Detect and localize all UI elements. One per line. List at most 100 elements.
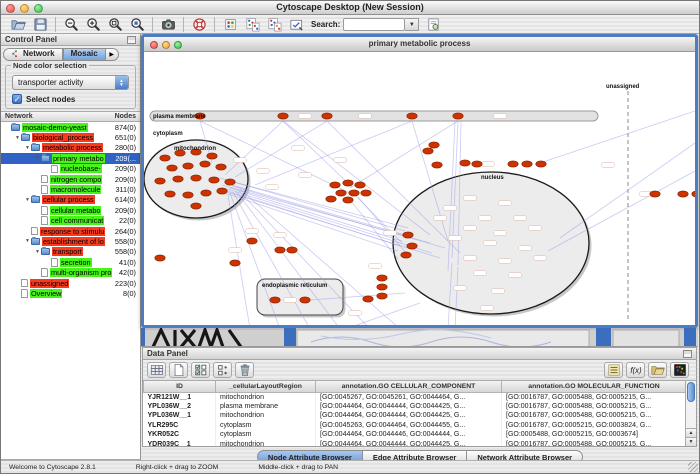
table-row[interactable]: YLR295Ccytoplasm[GO:0045263, GO:0044464,… xyxy=(144,421,687,431)
tree-item[interactable]: macromolecule311(0) xyxy=(1,184,140,194)
network-overlay-2-button[interactable] xyxy=(264,16,284,33)
resize-grip[interactable] xyxy=(688,462,698,472)
tree-item[interactable]: nitrogen compo209(0) xyxy=(1,174,140,184)
table-column-header[interactable]: ID xyxy=(144,381,216,392)
table-row[interactable]: YKR052Ccytoplasm[GO:0044464, GO:0044446,… xyxy=(144,430,687,440)
tab-mosaic[interactable]: Mosaic xyxy=(63,48,106,61)
table-scrollbar[interactable]: ▲ ▼ xyxy=(685,381,696,446)
tree-item-count: 614(0) xyxy=(115,195,140,204)
snapshot-button[interactable] xyxy=(158,16,178,33)
tree-item[interactable]: ▼cellular process614(0) xyxy=(1,195,140,205)
network-node xyxy=(200,161,210,167)
tree-item[interactable]: response to stimulu264(0) xyxy=(1,226,140,236)
table-cell: YLR295C xyxy=(144,421,216,431)
tree-item[interactable]: nucleobase-209(0) xyxy=(1,164,140,174)
table-row[interactable]: YDR039C__1mitochondrion[GO:0044464, GO:0… xyxy=(144,440,687,447)
network-node xyxy=(355,182,365,188)
zoom-in-button[interactable] xyxy=(83,16,103,33)
search-input[interactable] xyxy=(343,18,405,31)
node-color-dropdown[interactable]: transporter activity ▲▼ xyxy=(12,75,129,90)
search-label: Search: xyxy=(311,20,340,29)
file-icon xyxy=(21,279,28,288)
tree-item[interactable]: mosaic-demo-yeast874(0) xyxy=(1,122,140,132)
plugins-button[interactable] xyxy=(220,16,240,33)
tree-item-count: 22(0) xyxy=(119,216,140,225)
scroll-up-button[interactable]: ▲ xyxy=(686,428,696,437)
folder-icon xyxy=(31,238,40,245)
table-column-header[interactable]: annotation.GO CELLULAR_COMPONENT xyxy=(316,381,502,392)
network-node xyxy=(377,293,387,299)
unselect-attributes-button[interactable] xyxy=(213,362,232,378)
expand-arrow-icon[interactable]: ▼ xyxy=(34,249,41,255)
tree-item[interactable]: ▼transport558(0) xyxy=(1,247,140,257)
tree-item[interactable]: ▼primary metabo209(... xyxy=(1,153,140,163)
tree-item[interactable]: ▼biological_process651(0) xyxy=(1,132,140,142)
network-canvas[interactable]: plasma membranecytoplasmmitochondrionnuc… xyxy=(144,52,695,325)
scroll-down-button[interactable]: ▼ xyxy=(686,437,696,446)
network-node xyxy=(536,161,546,167)
table-row[interactable]: YPL036W__1mitochondrion[GO:0044464, GO:0… xyxy=(144,411,687,421)
data-panel-header: Data Panel xyxy=(143,348,696,360)
tree-item[interactable]: ▼establishment of lo558(0) xyxy=(1,236,140,246)
zoom-selected-button[interactable] xyxy=(127,16,147,33)
tree-item[interactable]: cellular metabo209(0) xyxy=(1,205,140,215)
select-attributes-button[interactable] xyxy=(191,362,210,378)
table-row[interactable]: YPL036W__2plasma membrane[GO:0044464, GO… xyxy=(144,402,687,412)
expand-arrow-icon[interactable]: ▼ xyxy=(24,197,31,203)
tree-item-count: 41(0) xyxy=(119,258,140,267)
function-builder-button[interactable]: f(x) xyxy=(626,362,645,378)
help-button[interactable] xyxy=(189,16,209,33)
expand-arrow-icon[interactable]: ▼ xyxy=(24,145,31,151)
file-icon xyxy=(21,289,28,298)
network-node xyxy=(508,161,518,167)
matrix-view-button[interactable] xyxy=(670,362,689,378)
status-text: Right-click + drag to ZOOM xyxy=(136,464,219,471)
network-node xyxy=(160,155,170,161)
tab-network[interactable]: Network xyxy=(3,48,63,61)
search-dropdown-button[interactable]: ▼ xyxy=(405,18,419,31)
attr-list-icon xyxy=(607,363,621,377)
annotation-button[interactable] xyxy=(286,16,306,33)
network-node xyxy=(216,164,226,170)
float-panel-icon[interactable] xyxy=(127,36,136,44)
zoom-out-button[interactable] xyxy=(61,16,81,33)
open-folder-icon xyxy=(11,17,26,32)
folder-icon xyxy=(41,155,50,162)
attribute-table-button[interactable] xyxy=(147,362,166,378)
tree-item[interactable]: multi-organism pro42(0) xyxy=(1,267,140,277)
delete-attribute-button[interactable] xyxy=(235,362,254,378)
tree-item[interactable]: ▼metabolic process280(0) xyxy=(1,143,140,153)
tree-item[interactable]: unassigned223(0) xyxy=(1,278,140,288)
open-session-button[interactable] xyxy=(8,16,28,33)
expand-arrow-icon[interactable]: ▼ xyxy=(14,135,21,141)
region-plasma-membrane[interactable] xyxy=(150,111,598,121)
network-overlay-1-button[interactable] xyxy=(242,16,262,33)
zoom-fit-button[interactable] xyxy=(105,16,125,33)
table-row[interactable]: YJR121W__1mitochondrion[GO:0045267, GO:0… xyxy=(144,392,687,402)
table-column-header[interactable]: _cellularLayoutRegion xyxy=(216,381,316,392)
table-column-header[interactable]: annotation.GO MOLECULAR_FUNCTION xyxy=(502,381,687,392)
tree-item[interactable]: cell communicat22(0) xyxy=(1,216,140,226)
network-node xyxy=(432,162,442,168)
scrollbar-thumb[interactable] xyxy=(687,382,695,402)
network-tree: mosaic-demo-yeast874(0)▼biological_proce… xyxy=(1,122,140,460)
expand-arrow-icon[interactable]: ▼ xyxy=(24,238,31,244)
network-node xyxy=(336,190,346,196)
search-config-button[interactable] xyxy=(423,16,443,33)
attribute-list-button[interactable] xyxy=(604,362,623,378)
network-node xyxy=(300,297,310,303)
create-attribute-button[interactable] xyxy=(169,362,188,378)
select-nodes-checkbox[interactable]: ✓ xyxy=(12,94,22,104)
status-bar: Welcome to Cytoscape 2.8.1Right-click + … xyxy=(1,460,699,473)
expand-arrow-icon[interactable]: ▼ xyxy=(34,155,41,161)
save-session-button[interactable] xyxy=(30,16,50,33)
import-attributes-button[interactable] xyxy=(648,362,667,378)
tree-item-count: 209(0) xyxy=(115,206,140,215)
tab-overflow-button[interactable]: ▶ xyxy=(106,48,119,61)
tree-item[interactable]: Overview8(0) xyxy=(1,288,140,298)
workspace: primary metabolic process plasma membran… xyxy=(141,34,699,460)
tree-item-label: unassigned xyxy=(30,279,69,288)
tree-item[interactable]: secretion41(0) xyxy=(1,257,140,267)
table-cell: mitochondrion xyxy=(216,440,316,447)
float-data-panel-icon[interactable] xyxy=(683,350,692,358)
